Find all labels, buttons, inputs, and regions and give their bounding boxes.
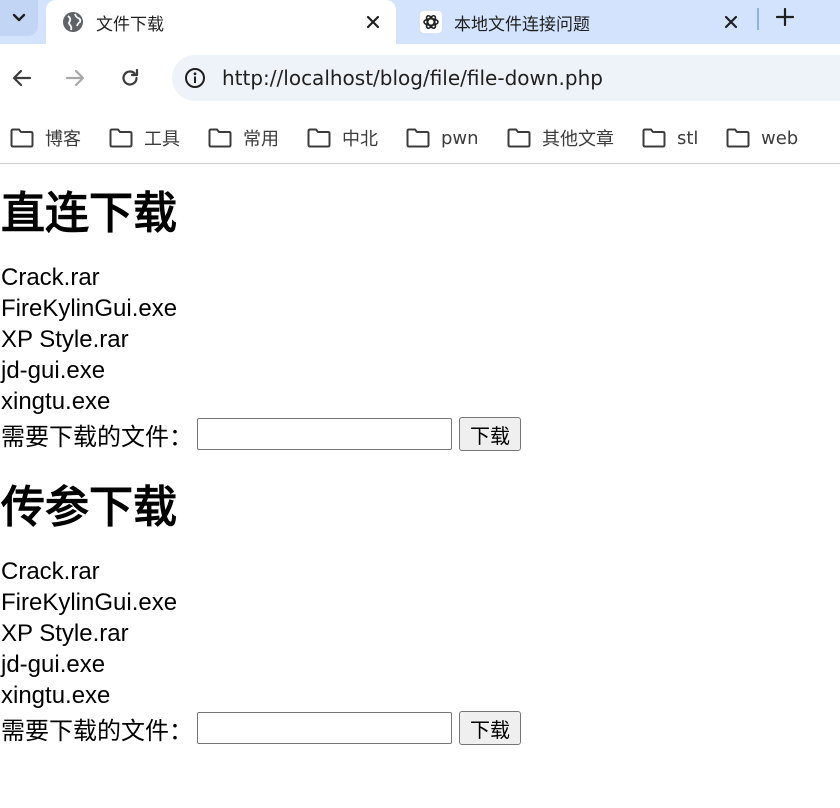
close-icon: [724, 15, 738, 29]
close-tab-button[interactable]: [716, 7, 746, 37]
file-list-item: Crack.rar: [1, 558, 100, 585]
bookmark-folder[interactable]: pwn: [406, 124, 479, 152]
address-bar[interactable]: http://localhost/blog/file/file-down.php: [172, 55, 840, 101]
file-list-item: jd-gui.exe: [1, 357, 106, 384]
new-tab-button[interactable]: [770, 2, 800, 32]
openai-logo-icon: [418, 9, 444, 35]
file-list: Crack.rar FireKylinGui.exe XP Style.rar …: [0, 262, 840, 417]
filename-label: 需要下载的文件：: [1, 717, 193, 745]
reload-button[interactable]: [114, 62, 146, 94]
tab-divider: [757, 8, 759, 30]
forward-button[interactable]: [59, 62, 91, 94]
tab-strip: 文件下载 本地文件连接问题: [0, 0, 840, 44]
folder-icon: [642, 128, 666, 148]
bookmark-label: stl: [677, 127, 699, 149]
folder-icon: [507, 128, 531, 148]
close-tab-button[interactable]: [358, 7, 388, 37]
url-text: http://localhost/blog/file/file-down.php: [222, 66, 603, 90]
bookmark-folder[interactable]: 博客: [10, 124, 81, 152]
folder-icon: [109, 128, 133, 148]
file-list-item: xingtu.exe: [1, 388, 111, 415]
bookmark-label: 博客: [45, 129, 81, 150]
download-button[interactable]: 下载: [459, 711, 521, 745]
download-form: 需要下载的文件： 下载: [1, 417, 840, 451]
file-list-item: xingtu.exe: [1, 682, 111, 709]
section-heading: 传参下载: [1, 482, 177, 533]
bookmark-label: pwn: [441, 127, 479, 149]
bookmark-label: 常用: [243, 129, 279, 150]
arrow-left-icon: [12, 69, 32, 87]
filename-label: 需要下载的文件：: [1, 423, 193, 451]
close-icon: [366, 15, 380, 29]
filename-input[interactable]: [197, 712, 452, 744]
browser-toolbar: http://localhost/blog/file/file-down.php: [0, 44, 840, 112]
file-list-item: jd-gui.exe: [1, 651, 106, 678]
bookmark-label: web: [761, 127, 799, 149]
folder-icon: [208, 128, 232, 148]
tab-title: 文件下载: [96, 14, 164, 35]
bookmark-label: 其他文章: [542, 129, 614, 150]
download-form: 需要下载的文件： 下载: [1, 711, 840, 745]
param-download-section: 传参下载 Crack.rar FireKylinGui.exe XP Style…: [0, 481, 840, 745]
tab-local-file-issue[interactable]: 本地文件连接问题: [404, 0, 754, 44]
chevron-down-icon: [12, 13, 26, 22]
site-info-icon[interactable]: [180, 63, 210, 93]
file-list-item: Crack.rar: [1, 264, 100, 291]
bookmark-folder[interactable]: 常用: [208, 124, 279, 152]
back-button[interactable]: [6, 62, 38, 94]
file-list: Crack.rar FireKylinGui.exe XP Style.rar …: [0, 556, 840, 711]
bookmark-folder[interactable]: web: [726, 124, 798, 152]
plus-icon: [776, 8, 794, 26]
globe-icon: [60, 9, 86, 35]
folder-icon: [406, 128, 430, 148]
folder-icon: [307, 128, 331, 148]
tab-file-download[interactable]: 文件下载: [46, 0, 396, 44]
file-list-item: FireKylinGui.exe: [1, 295, 178, 322]
reload-icon: [122, 68, 139, 86]
page-content: 直连下载 Crack.rar FireKylinGui.exe XP Style…: [0, 165, 840, 745]
folder-icon: [10, 128, 34, 148]
tab-title: 本地文件连接问题: [454, 14, 590, 35]
bookmark-folder[interactable]: 工具: [109, 124, 180, 152]
download-button[interactable]: 下载: [459, 417, 521, 451]
direct-download-section: 直连下载 Crack.rar FireKylinGui.exe XP Style…: [0, 187, 840, 451]
file-list-item: FireKylinGui.exe: [1, 589, 178, 616]
bookmark-label: 中北: [342, 129, 378, 150]
file-list-item: XP Style.rar: [1, 620, 129, 647]
arrow-right-icon: [65, 69, 85, 87]
bookmark-label: 工具: [144, 129, 180, 150]
tab-search-button[interactable]: [0, 0, 38, 36]
bookmark-folder[interactable]: 其他文章: [507, 124, 614, 152]
folder-icon: [726, 128, 750, 148]
filename-input[interactable]: [197, 418, 452, 450]
file-list-item: XP Style.rar: [1, 326, 129, 353]
bookmark-folder[interactable]: stl: [642, 124, 698, 152]
bookmarks-bar: 博客 工具 常用 中北 pwn 其他文章 stl web: [0, 112, 840, 164]
bookmark-folder[interactable]: 中北: [307, 124, 378, 152]
section-heading: 直连下载: [1, 188, 177, 239]
